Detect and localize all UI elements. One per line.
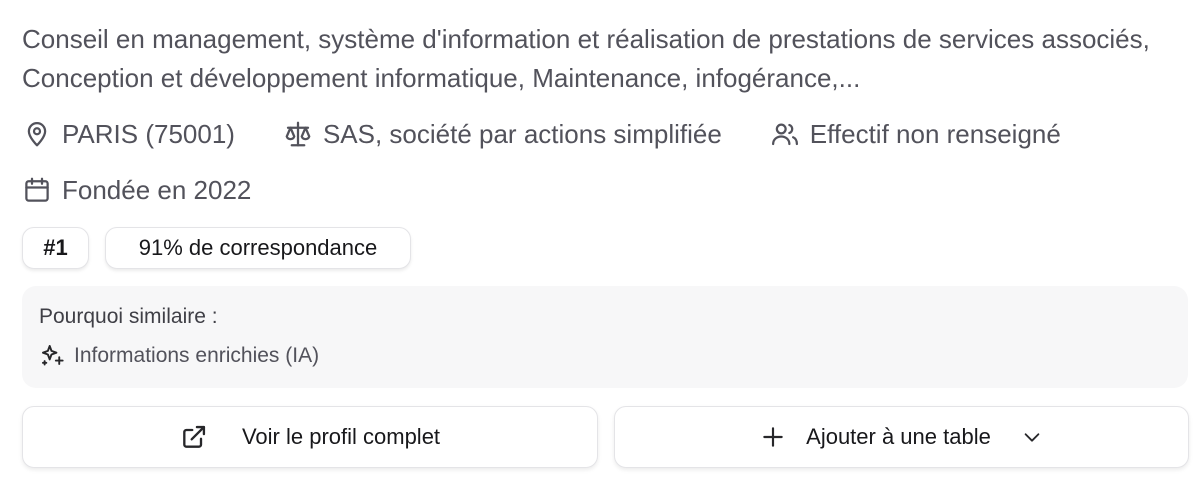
view-profile-label: Voir le profil complet [241,424,441,449]
company-description: Conseil en management, système d'informa… [22,24,1150,93]
map-pin-icon [27,122,47,147]
company-founded: Fondée en 2022 [22,175,251,206]
company-location: PARIS (75001) [22,119,235,150]
company-legal-form: SAS, société par actions simplifiée [283,119,722,150]
founded-text: Fondée en 2022 [62,174,252,205]
company-meta-row: PARIS (75001) SAS, société par actions s… [22,114,1109,154]
scale-icon [285,121,311,147]
company-headcount: Effectif non renseigné [770,119,1061,150]
chevron-down-icon [1024,433,1040,442]
rank-badge: #1 [22,227,89,269]
similarity-title: Pourquoi similaire : [39,305,218,328]
company-meta-row-2: Fondée en 2022 [22,170,299,210]
match-score-badge: 91% de correspondance [105,227,411,269]
add-to-table-label: Ajouter à une table [806,424,991,449]
badges-row: #1 91% de correspondance [22,227,411,269]
add-to-table-button[interactable]: Ajouter à une table [614,406,1189,468]
location-text: PARIS (75001) [62,118,235,149]
sparkles-icon [41,344,64,366]
similarity-reason-text: Informations enrichies (IA) [74,343,320,367]
calendar-icon [25,177,49,202]
view-profile-button[interactable]: Voir le profil complet [22,406,598,468]
plus-icon [763,427,783,447]
legal-form-text: SAS, société par actions simplifiée [322,118,722,149]
similarity-panel: Pourquoi similaire : Informations enrich… [22,286,1188,388]
headcount-text: Effectif non renseigné [809,118,1061,149]
similarity-reason: Informations enrichies (IA) [39,342,319,369]
external-link-icon [183,425,206,448]
users-icon [771,123,798,146]
